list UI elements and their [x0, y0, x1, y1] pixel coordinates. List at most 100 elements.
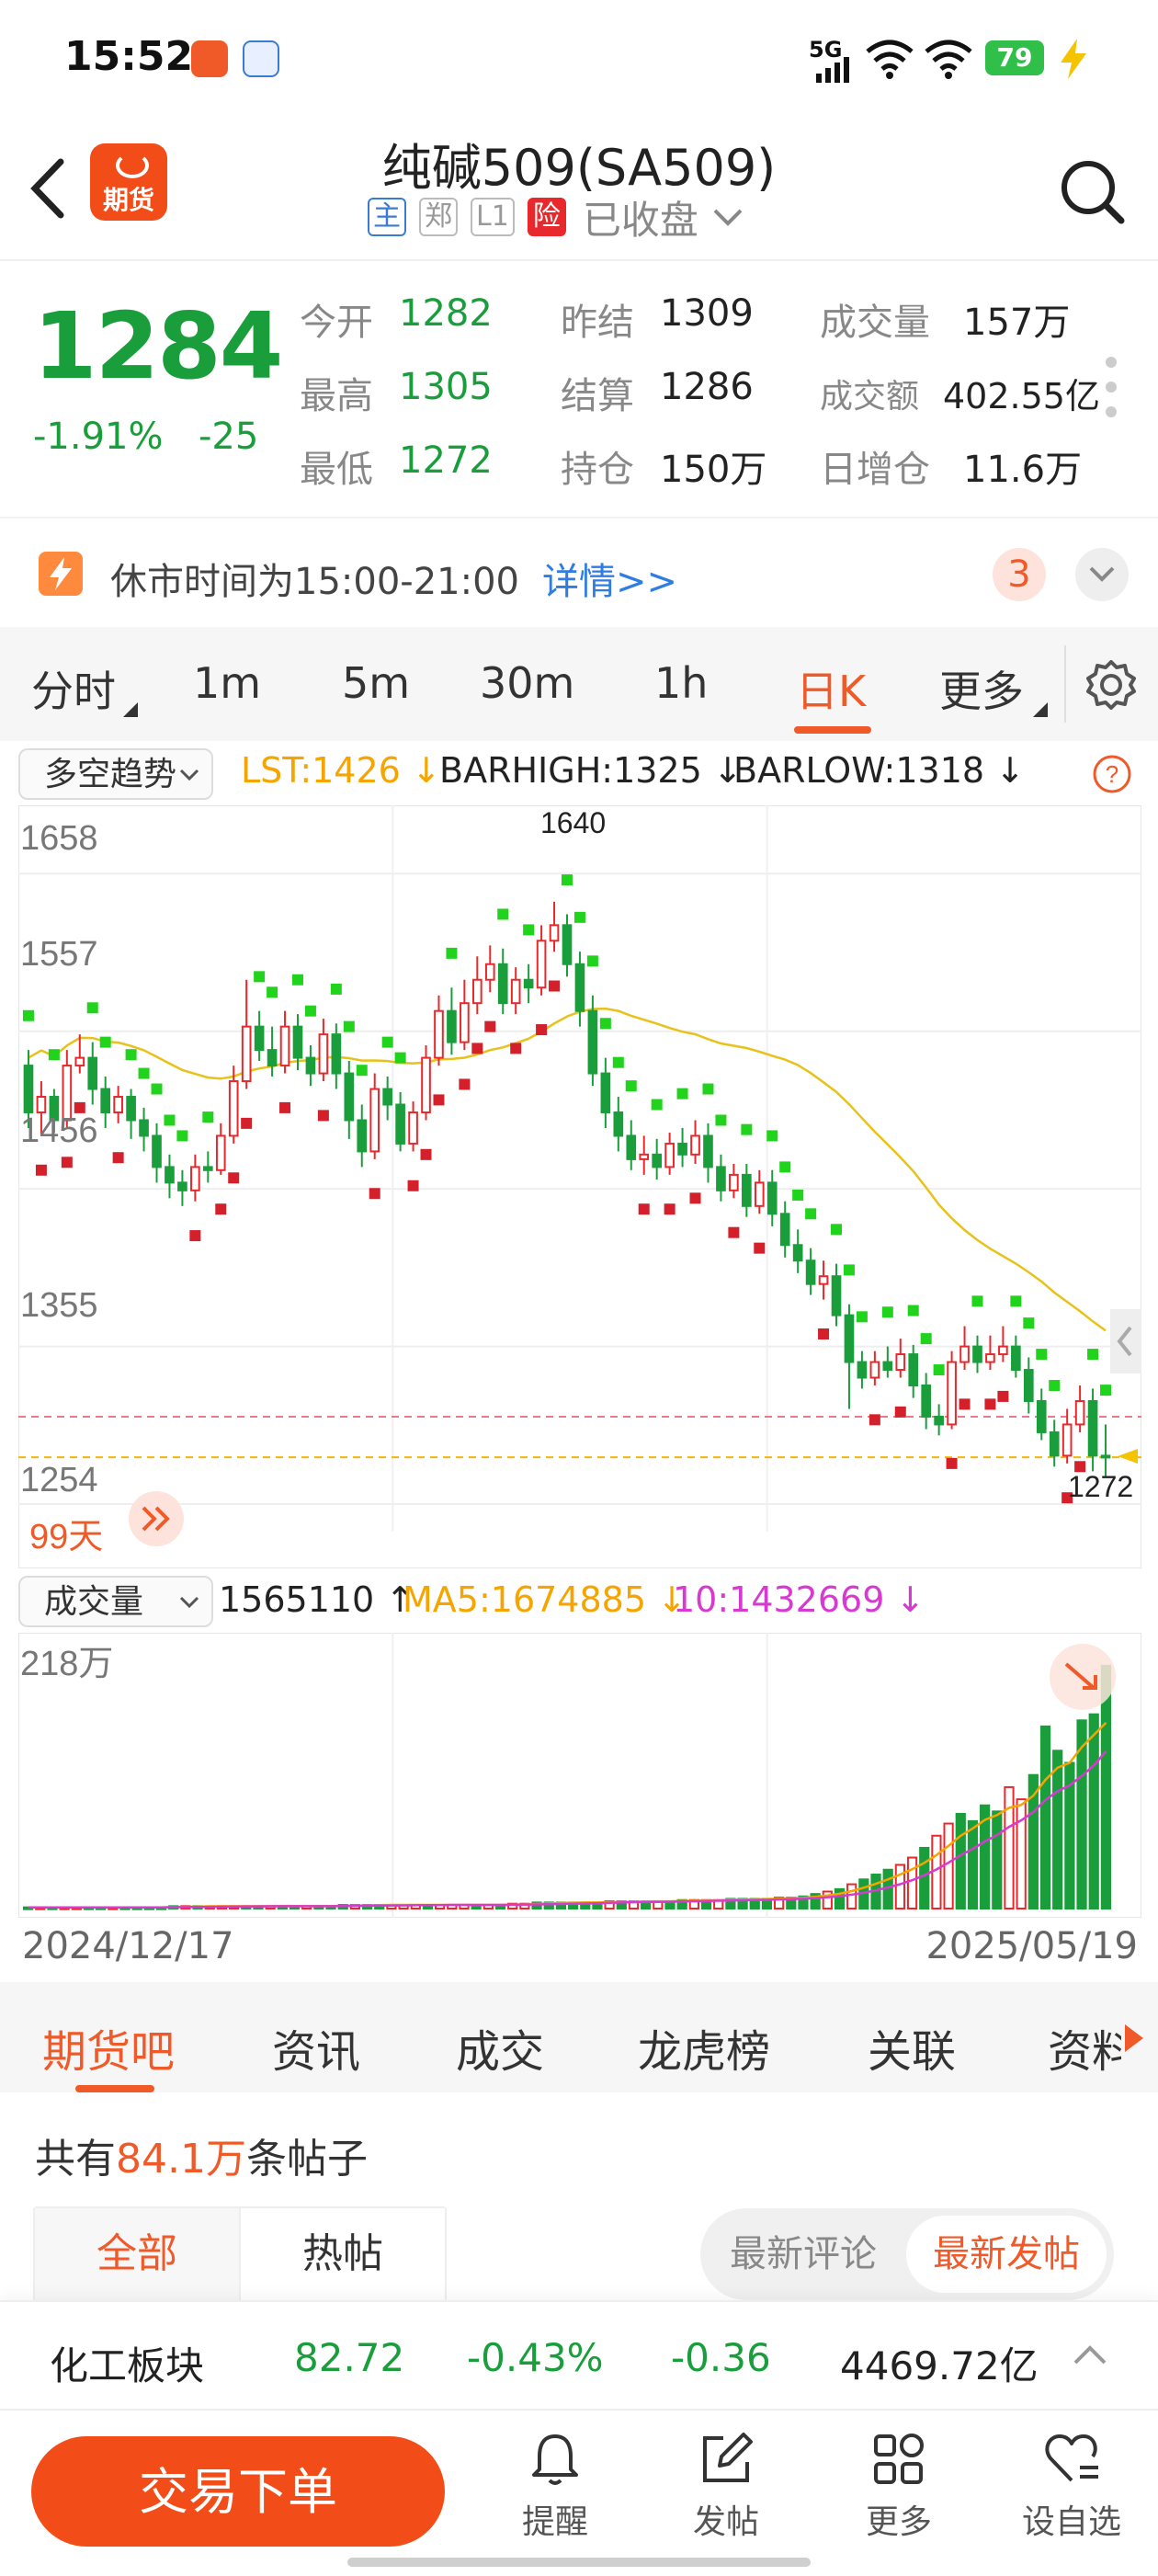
tab-trades[interactable]: 成交	[456, 2015, 544, 2080]
trend-dot	[356, 1065, 368, 1077]
kline-chart[interactable]: 1658 1557 1456 1355 1254 1640 1272 99天	[18, 805, 1141, 1568]
tag-level[interactable]: L1	[471, 198, 515, 236]
scroll-right-icon[interactable]	[1123, 2024, 1143, 2052]
filter-all[interactable]: 全部	[35, 2208, 239, 2300]
notice-expand-button[interactable]	[1075, 548, 1129, 601]
lst-value: LST:1426 ↓	[241, 750, 441, 791]
search-icon[interactable]	[1059, 158, 1127, 226]
filter-hot[interactable]: 热帖	[239, 2208, 445, 2300]
candle-body	[600, 1072, 611, 1113]
trend-indicator-label: 多空趋势	[44, 756, 177, 793]
help-icon[interactable]: ?	[1092, 754, 1132, 794]
sector-amount: 4469.72亿	[840, 2343, 1039, 2388]
trend-indicator-select[interactable]: 多空趋势	[18, 748, 213, 800]
candle-body	[267, 1049, 278, 1067]
volume-label: 成交量	[820, 302, 930, 344]
tab-futures-forum[interactable]: 期货吧	[42, 2015, 175, 2080]
notice-text: 休市时间为15:00-21:00	[110, 561, 519, 603]
candle-body	[754, 1181, 765, 1207]
trend-dot	[907, 1305, 919, 1316]
days-range-label: 99天	[29, 1518, 103, 1556]
tab-news[interactable]: 资讯	[272, 2015, 360, 2080]
candle-body	[460, 1002, 470, 1043]
trend-dot	[715, 1114, 727, 1126]
candle-body	[792, 1244, 803, 1262]
trend-dot	[1100, 1385, 1112, 1396]
tab-1h[interactable]: 1h	[654, 658, 708, 708]
volume-bar	[894, 1864, 906, 1910]
barhigh-value: BARHIGH:1325 ↓	[439, 750, 743, 791]
y-axis-label: 1557	[20, 935, 98, 974]
tab-profile[interactable]: 资料	[1048, 2015, 1121, 2080]
trade-order-button[interactable]: 交易下单	[31, 2436, 445, 2547]
candle-body	[998, 1345, 1008, 1356]
volume-max-label: 218万	[20, 1645, 113, 1683]
header: 期货 纯碱509(SA509) 主 郑 L1 险 已收盘	[0, 120, 1158, 261]
chevron-down-icon	[179, 769, 199, 781]
candle-body	[562, 924, 573, 965]
chart-side-handle[interactable]	[1110, 1309, 1141, 1373]
nav-post[interactable]: 发帖	[662, 2429, 790, 2543]
notice-details-link[interactable]: 详情>>	[542, 552, 677, 605]
open-interest-value: 150万	[660, 449, 767, 491]
volume-bar	[992, 1810, 1003, 1910]
candle-body	[703, 1134, 713, 1168]
sector-ticker[interactable]: 化工板块 82.72 -0.43% -0.36 4469.72亿	[0, 2300, 1158, 2411]
chevron-down-icon[interactable]	[710, 203, 746, 231]
nav-alert[interactable]: 提醒	[491, 2429, 619, 2543]
sort-latest-comment[interactable]: 最新评论	[700, 2208, 906, 2300]
tag-risk[interactable]: 险	[527, 198, 566, 236]
candle-body	[959, 1345, 970, 1363]
candle-body	[228, 1080, 239, 1137]
market-status[interactable]: 已收盘	[583, 189, 698, 245]
product-tags: 主 郑 L1 险 已收盘	[368, 193, 746, 243]
more-vertical-icon[interactable]	[1105, 355, 1118, 419]
tab-top-traders[interactable]: 龙虎榜	[638, 2015, 770, 2080]
tab-more[interactable]: 更多	[939, 658, 1024, 719]
candle-body	[985, 1353, 995, 1363]
trend-dot	[881, 1306, 893, 1318]
candle-body	[742, 1173, 752, 1207]
nav-watchlist[interactable]: 设自选	[1007, 2429, 1136, 2543]
tab-intraday[interactable]: 分时	[31, 658, 116, 719]
chevron-up-icon[interactable]	[1072, 2342, 1108, 2366]
volume-chart[interactable]: 218万	[18, 1633, 1141, 1918]
indicator-row: 多空趋势 LST:1426 ↓ BARHIGH:1325 ↓ BARLOW:13…	[0, 741, 1158, 805]
tab-related[interactable]: 关联	[868, 2015, 956, 2080]
trend-dot	[394, 1052, 406, 1064]
candle-body	[921, 1385, 932, 1418]
product-title: 纯碱509(SA509)	[381, 139, 777, 197]
tab-30m[interactable]: 30m	[480, 658, 574, 708]
notice-count-badge[interactable]: 3	[993, 548, 1046, 601]
tab-daily-k[interactable]: 日K	[796, 658, 866, 719]
trend-dot	[22, 1009, 34, 1021]
trend-dot	[1023, 1317, 1035, 1329]
trend-dot	[420, 1148, 432, 1160]
settings-gear-icon[interactable]	[1084, 658, 1138, 712]
sector-price: 82.72	[294, 2335, 405, 2380]
trend-dot	[446, 947, 458, 959]
tab-1m[interactable]: 1m	[193, 658, 261, 708]
candle-body	[639, 1153, 650, 1160]
trend-dot	[35, 1164, 47, 1176]
trend-dot	[304, 1005, 316, 1017]
chevron-down-icon	[1089, 566, 1115, 582]
volume-indicator-select[interactable]: 成交量	[18, 1576, 213, 1627]
trend-dot	[61, 1157, 73, 1168]
volume-bar	[906, 1856, 918, 1910]
volume-value: 157万	[963, 302, 1071, 344]
trend-dot	[586, 955, 598, 967]
sort-latest-post[interactable]: 最新发帖	[906, 2216, 1107, 2293]
daily-oi-change-value: 11.6万	[963, 449, 1083, 491]
trend-dot	[291, 974, 303, 986]
tab-5m[interactable]: 5m	[342, 658, 410, 708]
change-percent: -1.91%	[33, 416, 164, 458]
market-notice[interactable]: 休市时间为15:00-21:00 详情>> 3	[0, 517, 1158, 629]
candle-body	[690, 1134, 700, 1156]
candle-body	[215, 1134, 226, 1171]
ma5-value: MA5:1674885 ↓	[403, 1579, 687, 1620]
trend-dot	[779, 1161, 791, 1173]
trend-dot	[215, 1203, 227, 1215]
svg-text:?: ?	[1106, 760, 1118, 788]
nav-more[interactable]: 更多	[834, 2429, 963, 2543]
